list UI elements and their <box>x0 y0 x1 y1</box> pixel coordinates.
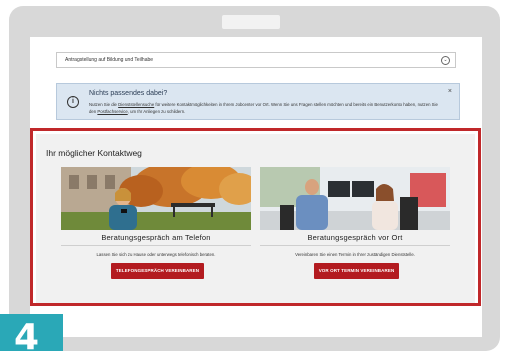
info-circle-icon: i <box>67 96 79 108</box>
close-icon[interactable]: × <box>448 88 452 95</box>
info-text: Nutzen Sie die Dienststellensuche für we… <box>89 102 439 115</box>
highlight-frame <box>30 128 481 306</box>
info-title: Nichts passendes dabei? <box>89 90 168 97</box>
dropdown-value: Antragstellung auf Bildung und Teilhabe <box>65 57 154 63</box>
screen: Antragstellung auf Bildung und Teilhabe … <box>30 37 482 337</box>
info-box: i Nichts passendes dabei? Nutzen Sie die… <box>56 83 460 120</box>
info-text-part: Nutzen Sie die <box>89 102 119 107</box>
chevron-down-icon[interactable]: ⌄ <box>441 56 450 65</box>
dienststellensuche-link[interactable]: Dienststellensuche <box>118 102 154 107</box>
step-badge: 4 <box>0 314 63 356</box>
topic-dropdown[interactable]: Antragstellung auf Bildung und Teilhabe … <box>56 52 456 68</box>
tablet-camera-notch <box>222 15 280 29</box>
postfachservice-link[interactable]: Postfachservice <box>97 109 127 114</box>
info-text-part: , um Ihr Anliegen zu schildern. <box>127 108 186 114</box>
